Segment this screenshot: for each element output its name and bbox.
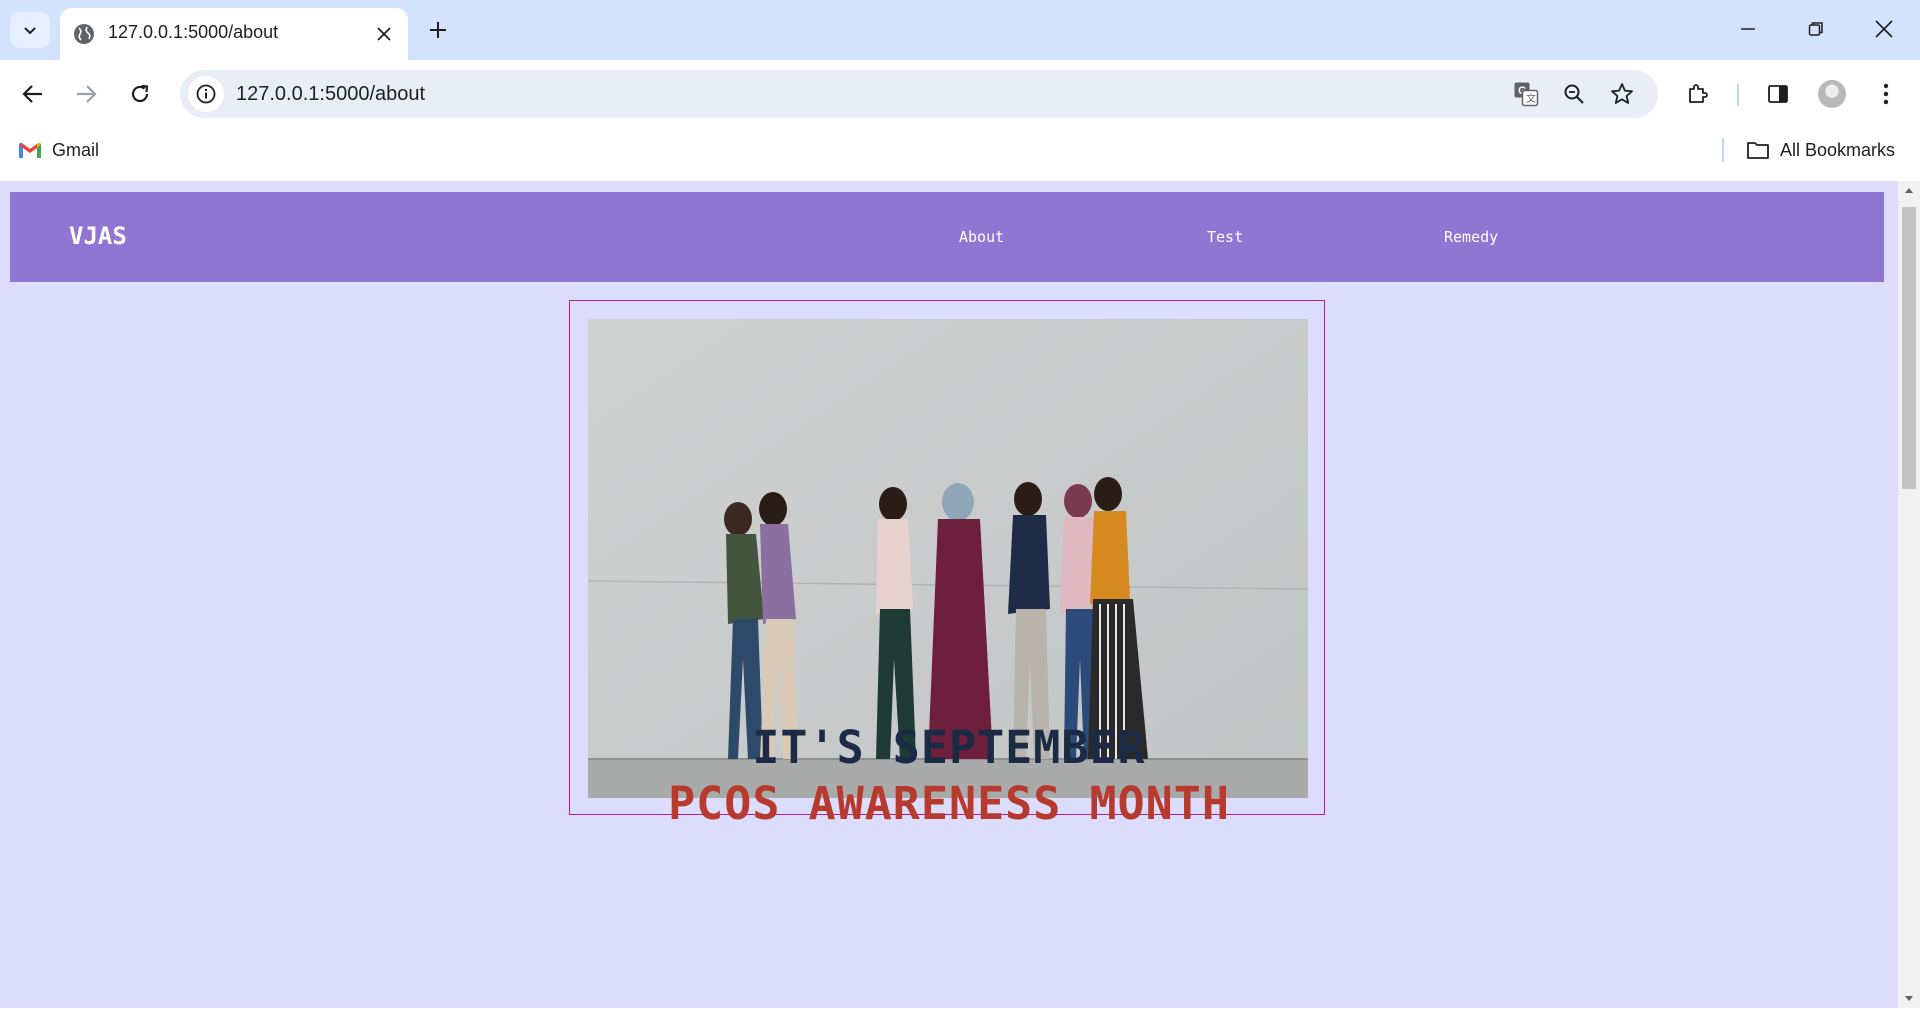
close-icon [1875, 20, 1893, 38]
close-window-button[interactable] [1850, 0, 1918, 58]
side-panel-icon [1768, 85, 1788, 103]
tab-close-button[interactable] [370, 20, 398, 48]
headline-primary: IT'S SEPTEMBER [752, 721, 1146, 774]
tab-strip: 127.0.0.1:5000/about [0, 0, 1920, 60]
chevron-down-icon [24, 27, 36, 35]
all-bookmarks-label: All Bookmarks [1780, 139, 1896, 160]
folder-icon [1747, 142, 1769, 159]
all-bookmarks-button[interactable]: All Bookmarks [1746, 136, 1895, 164]
globe-icon [74, 24, 94, 44]
arrow-up-icon [1905, 188, 1913, 193]
browser-toolbar: 127.0.0.1:5000/about G文 Gmail All Bookma… [0, 60, 1920, 188]
site-navbar: VJAS About Test Remedy [10, 192, 1884, 282]
bookmark-gmail[interactable]: Gmail [18, 136, 99, 164]
bookmark-separator [1722, 138, 1724, 162]
back-button[interactable] [13, 74, 53, 114]
site-info-button[interactable] [188, 76, 224, 112]
site-logo[interactable]: VJAS [69, 222, 127, 250]
scroll-down-button[interactable] [1898, 990, 1920, 1008]
scrollbar-thumb[interactable] [1902, 207, 1916, 489]
arrow-left-icon [22, 85, 42, 103]
page-viewport: VJAS About Test Remedy IT'S SEPTEMBER PC… [0, 181, 1898, 1008]
reload-icon [131, 84, 149, 103]
nav-link-test[interactable]: Test [1207, 228, 1243, 246]
nav-link-about[interactable]: About [959, 228, 1004, 246]
close-icon [377, 27, 391, 41]
bookmark-star-button[interactable] [1606, 78, 1638, 110]
browser-menu-button[interactable] [1866, 74, 1906, 114]
toolbar-separator [1737, 84, 1739, 106]
address-bar[interactable]: 127.0.0.1:5000/about G文 [180, 70, 1658, 118]
bookmark-gmail-label: Gmail [52, 139, 100, 160]
translate-icon: G文 [1514, 82, 1539, 107]
star-icon [1611, 83, 1633, 104]
kebab-menu-icon [1883, 83, 1889, 105]
side-panel-button[interactable] [1758, 74, 1798, 114]
info-icon [196, 84, 216, 104]
url-text[interactable]: 127.0.0.1:5000/about [236, 83, 425, 106]
gmail-icon [19, 142, 41, 158]
new-tab-button[interactable] [420, 12, 456, 48]
tab-search-button[interactable] [10, 12, 50, 48]
nav-link-remedy[interactable]: Remedy [1444, 228, 1498, 246]
minimize-button[interactable] [1714, 0, 1782, 58]
minimize-icon [1741, 28, 1755, 30]
zoom-button[interactable] [1558, 78, 1590, 110]
arrow-right-icon [77, 85, 97, 103]
extensions-button[interactable] [1678, 74, 1718, 114]
puzzle-icon [1689, 84, 1708, 103]
profile-avatar[interactable] [1818, 80, 1846, 108]
restore-button[interactable] [1782, 0, 1850, 58]
tab-title: 127.0.0.1:5000/about [108, 22, 279, 42]
headline-accent: PCOS AWARENESS MONTH [668, 777, 1230, 830]
vertical-scrollbar[interactable] [1898, 181, 1920, 1008]
scroll-up-button[interactable] [1898, 181, 1920, 199]
translate-button[interactable]: G文 [1510, 78, 1542, 110]
restore-icon [1808, 22, 1823, 36]
reload-button[interactable] [120, 74, 160, 114]
svg-text:文: 文 [1526, 92, 1536, 105]
zoom-icon [1564, 84, 1584, 104]
forward-button[interactable] [66, 74, 106, 114]
plus-icon [430, 22, 446, 38]
arrow-down-icon [1905, 996, 1913, 1001]
browser-tab-active[interactable]: 127.0.0.1:5000/about [60, 8, 408, 60]
